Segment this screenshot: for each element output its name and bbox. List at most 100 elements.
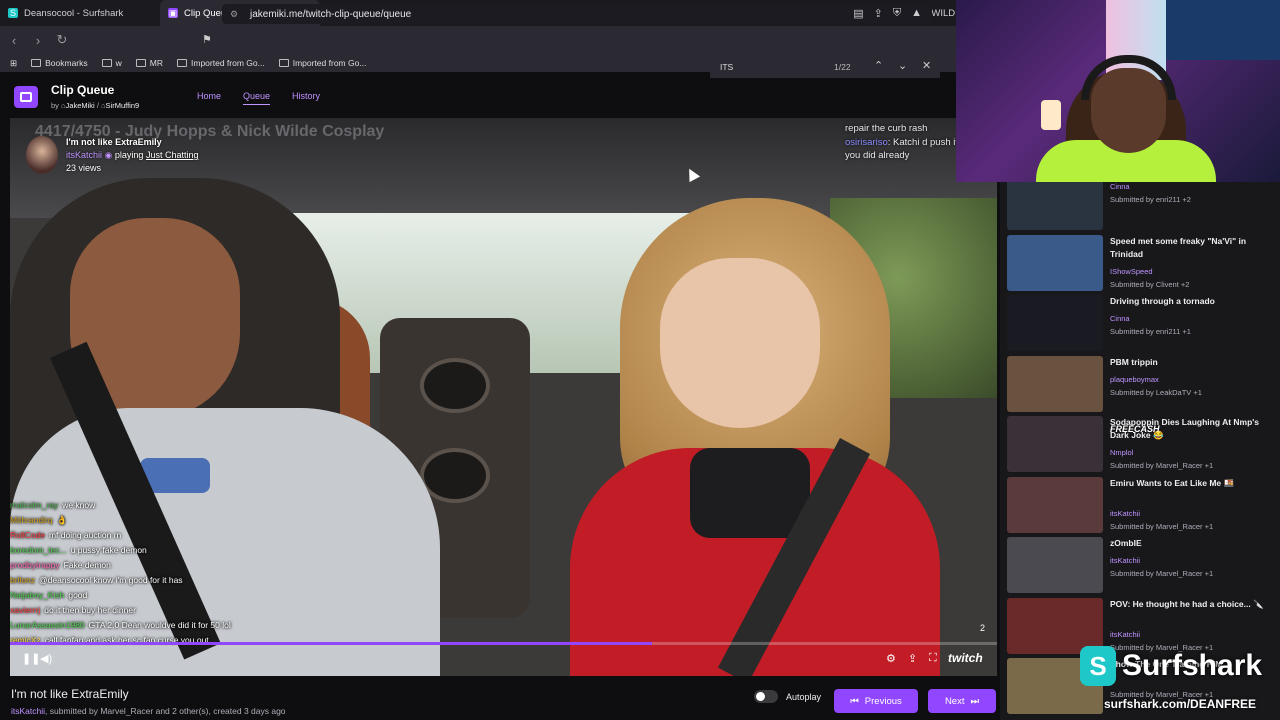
fullscreen-icon[interactable]: ⛶ — [929, 652, 937, 665]
chat-row: malcolm_ray we know — [10, 498, 280, 513]
queue-item-channel[interactable]: Cinna — [1110, 314, 1130, 323]
woman-collar — [690, 448, 810, 538]
share-icon[interactable]: ⇪ — [874, 7, 883, 20]
queue-item-submitter: Submitted by enri211 +2 — [1110, 195, 1191, 204]
queue-thumbnail[interactable] — [1007, 476, 1103, 533]
folder-icon — [177, 59, 188, 67]
url-text: jakemiki.me/twitch-clip-queue/queue — [250, 8, 412, 20]
pause-icon[interactable]: ❚❚ — [22, 652, 40, 665]
queue-item-submitter: Submitted by enri211 +1 — [1110, 327, 1191, 336]
channel-link[interactable]: itsKatchii — [11, 706, 45, 716]
queue-item[interactable]: PBM trippin plaqueboymax Submitted by Leak… — [1007, 355, 1277, 414]
chat-message: good — [68, 590, 88, 600]
queue-thumbnail[interactable] — [1007, 295, 1103, 351]
author-link[interactable]: JakeMiki — [66, 101, 95, 110]
queue-item-title: zOmbIE — [1110, 538, 1142, 548]
browser-tab[interactable]: S Deansocool - Surfshark — [0, 0, 160, 26]
site-info-icon[interactable]: ⚙ — [230, 9, 238, 20]
autoplay-toggle[interactable] — [754, 690, 778, 703]
forward-icon[interactable]: › — [28, 33, 48, 48]
bookmark-icon[interactable]: ⚑ — [202, 33, 212, 46]
bookmark-label: Bookmarks — [45, 58, 88, 68]
bookmark-item[interactable]: Imported from Go... — [177, 58, 265, 68]
queue-item-channel[interactable]: itsKatchii — [1110, 630, 1140, 639]
next-button[interactable]: Next ⏭ — [928, 689, 996, 713]
chat-user: remicXz — [10, 635, 41, 645]
reader-icon[interactable]: ▤ — [853, 7, 863, 20]
reload-icon[interactable]: ↻ — [52, 32, 72, 48]
twitch-logo[interactable]: twitch — [948, 651, 983, 665]
author-link[interactable]: SirMuffin9 — [106, 101, 140, 110]
chat-user: osirisariso — [845, 136, 888, 148]
queue-thumbnail[interactable] — [1007, 537, 1103, 593]
autoplay-toggle-wrap: Autoplay — [754, 690, 821, 703]
queue-thumbnail[interactable] — [1007, 355, 1103, 412]
settings-icon[interactable]: ⚙ — [886, 652, 896, 665]
stream-chat: malcolm_ray we know Mithrandirq 👌 RollCode mf… — [10, 498, 280, 648]
queue-item-title: PBM trippin — [1110, 356, 1158, 367]
nav-history[interactable]: History — [292, 91, 320, 105]
nav-home[interactable]: Home — [197, 91, 221, 105]
url-field[interactable]: ⚙ jakemiki.me/twitch-clip-queue/queue ▤ … — [222, 4, 932, 24]
bookmark-item[interactable]: w — [101, 58, 122, 68]
queue-thumbnail[interactable] — [1007, 234, 1103, 291]
queue-item-channel[interactable]: plaqueboymax — [1110, 375, 1159, 384]
clip-name: I'm not like ExtraEmily — [66, 137, 162, 147]
bookmark-item[interactable]: Imported from Go... — [278, 58, 367, 68]
queue-item[interactable]: Cinna Submitted by enri211 +2 — [1007, 182, 1277, 232]
queue-item[interactable]: Emiru Wants to Eat Like Me 🍱 itsKatchii Su… — [1007, 476, 1277, 535]
queue-thumbnail[interactable] — [1007, 416, 1103, 472]
queue-item-channel[interactable]: itsKatchii — [1110, 509, 1140, 518]
video-player[interactable]: 4417/4750 - Judy Hopps & Nick Wilde Cosp… — [10, 118, 997, 676]
queue-item-title: Speed met some freaky "Na'Vi" in Trinida… — [1110, 235, 1247, 259]
woman-face — [660, 258, 820, 428]
queue-item[interactable]: Driving through a tornado Cinna Submitted … — [1007, 295, 1277, 353]
chat-row: brllonz @deansocool know i'm good for it … — [10, 573, 280, 588]
queue-item[interactable]: zOmbIE itsKatchii Submitted by Marvel_Race… — [1007, 537, 1277, 595]
cupholder — [420, 358, 490, 413]
sponsor-url: surfshark.com/DEANFREE — [1104, 697, 1257, 711]
previous-button[interactable]: ⏮ Previous — [834, 689, 918, 713]
tab-favicon-icon: ▣ — [168, 8, 178, 18]
view-count: 23 views — [66, 163, 102, 173]
clip-meta: itsKatchii, submitted by Marvel_Racer an… — [11, 706, 286, 716]
find-input[interactable]: ITS — [720, 62, 733, 72]
queue-item-submitter: Submitted by Marvel_Racer +1 — [1110, 521, 1214, 531]
queue-item-channel[interactable]: IShowSpeed — [1110, 267, 1153, 276]
folder-icon — [31, 59, 42, 67]
chat-message: GTA 2.0 Dean wouldve did it for 50 lol — [88, 620, 231, 630]
find-prev-icon[interactable]: ⌃ — [874, 59, 883, 72]
chat-row: LunarAssassin1980 GTA 2.0 Dean wouldve di… — [10, 618, 280, 633]
back-icon[interactable]: ‹ — [4, 33, 24, 48]
volume-icon[interactable]: ◀) — [40, 652, 52, 665]
progress-bar[interactable] — [10, 642, 997, 645]
find-bar: ITS 1/22 ⌃ ⌄ ✕ — [710, 54, 940, 78]
shield-icon[interactable]: ⛨ — [893, 7, 901, 20]
queue-thumbnail[interactable] — [1007, 182, 1103, 230]
queue-item-channel[interactable]: Cinna — [1110, 182, 1130, 191]
find-close-icon[interactable]: ✕ — [922, 59, 931, 72]
neon-wall — [1166, 0, 1280, 60]
game-link[interactable]: Just Chatting — [146, 150, 199, 160]
chat-user: RollCode — [10, 530, 45, 540]
apps-grid-icon[interactable]: ⊞ — [10, 58, 17, 69]
queue-item-channel[interactable]: Nmplol — [1110, 448, 1133, 457]
rewards-icon[interactable]: ▲ — [911, 7, 922, 20]
screen: SDeansocool - Surfshark▣Clip Queue - Ope… — [0, 0, 1280, 720]
bookmark-label: w — [115, 58, 122, 68]
find-next-icon[interactable]: ⌄ — [898, 59, 907, 72]
queue-item[interactable]: Speed met some freaky "Na'Vi" in Trinida… — [1007, 234, 1277, 293]
queue-item-channel[interactable]: itsKatchii — [1110, 556, 1140, 565]
bookmark-label: Imported from Go... — [292, 58, 367, 68]
chat-message: mf doing auction rn — [48, 530, 122, 540]
app-nav: Home Queue History — [197, 91, 320, 105]
next-label: Next — [944, 695, 965, 707]
avatar — [26, 136, 58, 174]
nav-queue[interactable]: Queue — [243, 91, 271, 105]
share-icon[interactable]: ⇪ — [908, 652, 917, 665]
channel-link[interactable]: itsKatchii — [66, 150, 102, 160]
bookmark-item[interactable]: Bookmarks — [31, 58, 88, 68]
verified-icon: ◉ — [104, 150, 113, 160]
bookmark-item[interactable]: MR — [135, 58, 163, 68]
app-title: Clip Queue — [51, 83, 115, 97]
